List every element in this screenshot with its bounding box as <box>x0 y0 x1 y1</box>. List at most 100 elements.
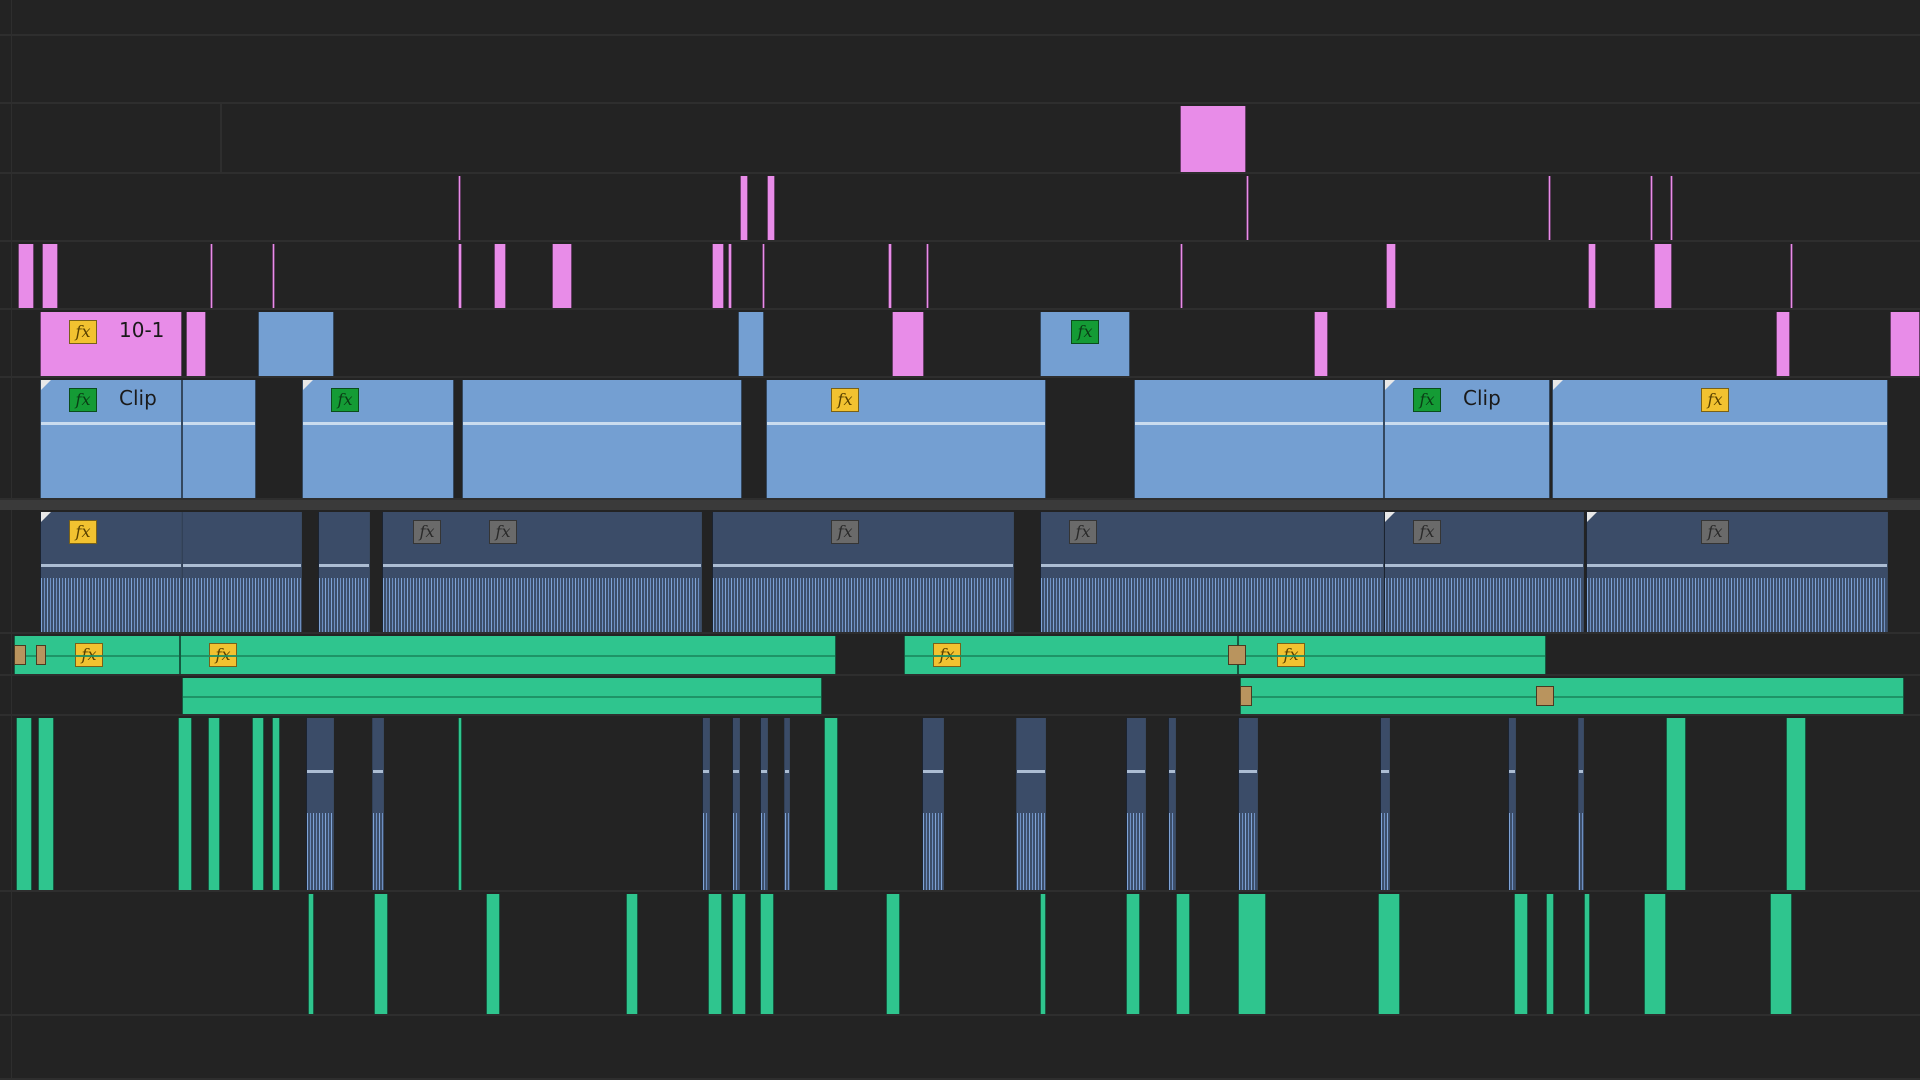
green-audio-sliver[interactable] <box>1238 894 1266 1014</box>
blue-video-clip[interactable]: fx <box>766 380 1046 498</box>
audio-clip[interactable]: fx fx <box>382 512 702 632</box>
track-v9[interactable] <box>0 174 1920 242</box>
green-audio-sliver[interactable] <box>374 894 388 1014</box>
audio-sliver[interactable] <box>922 718 944 890</box>
fx-badge-icon[interactable]: fx <box>489 520 517 544</box>
track-v10[interactable] <box>0 104 1920 174</box>
green-audio-sliver[interactable] <box>1786 718 1806 890</box>
audio-clip[interactable] <box>318 512 370 632</box>
track-a5[interactable] <box>0 892 1920 1016</box>
audio-sliver[interactable] <box>1016 718 1046 890</box>
green-audio-sliver[interactable] <box>732 894 746 1014</box>
green-audio-sliver[interactable] <box>178 718 192 890</box>
green-audio-sliver[interactable] <box>886 894 900 1014</box>
audio-clip[interactable]: fx <box>1384 512 1584 632</box>
audio-sliver[interactable] <box>1126 718 1146 890</box>
green-audio-sliver[interactable] <box>272 718 280 890</box>
green-audio-clip[interactable]: fx <box>904 636 1238 674</box>
pink-clip[interactable] <box>1180 244 1183 308</box>
track-v11[interactable] <box>0 36 1920 104</box>
transition-handle[interactable] <box>1240 686 1252 706</box>
fx-badge-icon[interactable]: fx <box>831 388 859 412</box>
pink-clip[interactable] <box>18 244 34 308</box>
pink-clip[interactable] <box>1890 312 1920 376</box>
pink-clip[interactable] <box>494 244 506 308</box>
blue-clip[interactable]: fx <box>1040 312 1130 376</box>
pink-clip[interactable] <box>1654 244 1672 308</box>
pink-clip[interactable] <box>740 176 748 240</box>
green-audio-sliver[interactable] <box>626 894 638 1014</box>
green-audio-sliver[interactable] <box>486 894 500 1014</box>
pink-clip[interactable] <box>272 244 275 308</box>
blue-video-clip[interactable] <box>1134 380 1384 498</box>
green-audio-sliver[interactable] <box>1644 894 1666 1014</box>
track-a4[interactable] <box>0 716 1920 892</box>
pink-clip[interactable] <box>552 244 572 308</box>
audio-sliver[interactable] <box>784 718 790 890</box>
audio-sliver[interactable] <box>732 718 740 890</box>
fx-badge-icon[interactable]: fx <box>69 320 97 344</box>
fx-badge-icon[interactable]: fx <box>1701 388 1729 412</box>
transition-handle[interactable] <box>1228 645 1246 665</box>
audio-sliver[interactable] <box>1578 718 1584 890</box>
green-audio-sliver[interactable] <box>308 894 314 1014</box>
fx-badge-icon[interactable]: fx <box>831 520 859 544</box>
green-audio-sliver[interactable] <box>1378 894 1400 1014</box>
audio-clip[interactable]: fx <box>1586 512 1888 632</box>
fx-badge-icon[interactable]: fx <box>69 520 97 544</box>
audio-clip[interactable]: fx <box>712 512 1014 632</box>
green-audio-sliver[interactable] <box>208 718 220 890</box>
audio-sliver[interactable] <box>702 718 710 890</box>
timeline-panel[interactable]: fx 10-1 fx fx Clip fx fx fx Clip fx fx f… <box>0 0 1920 1080</box>
pink-clip[interactable] <box>186 312 206 376</box>
green-audio-sliver[interactable] <box>16 718 32 890</box>
pink-clip[interactable] <box>458 176 461 240</box>
pink-clip[interactable] <box>1314 312 1328 376</box>
green-audio-sliver[interactable] <box>1666 718 1686 890</box>
pink-clip[interactable] <box>1650 176 1653 240</box>
green-audio-sliver[interactable] <box>38 718 54 890</box>
pink-clip[interactable] <box>1246 176 1249 240</box>
pink-clip[interactable] <box>762 244 765 308</box>
green-audio-clip[interactable] <box>182 678 822 714</box>
blue-video-clip[interactable]: fx <box>302 380 454 498</box>
audio-clip[interactable] <box>182 512 302 632</box>
pink-clip[interactable] <box>1386 244 1396 308</box>
fx-badge-icon[interactable]: fx <box>933 643 961 667</box>
pink-clip[interactable] <box>767 176 775 240</box>
green-audio-sliver[interactable] <box>252 718 264 890</box>
transition-handle[interactable] <box>14 645 26 665</box>
green-audio-clip[interactable]: fx <box>180 636 836 674</box>
clip-10-1[interactable]: fx 10-1 <box>40 312 182 376</box>
audio-sliver[interactable] <box>372 718 384 890</box>
pink-clip[interactable] <box>42 244 58 308</box>
green-audio-clip[interactable] <box>1240 678 1904 714</box>
audio-sliver[interactable] <box>1380 718 1390 890</box>
green-audio-clip[interactable]: fx <box>1238 636 1546 674</box>
green-audio-sliver[interactable] <box>1176 894 1190 1014</box>
pink-clip[interactable] <box>892 312 924 376</box>
green-audio-sliver[interactable] <box>708 894 722 1014</box>
fx-badge-icon[interactable]: fx <box>209 643 237 667</box>
blue-video-clip[interactable] <box>462 380 742 498</box>
pink-clip[interactable] <box>1670 176 1673 240</box>
green-audio-sliver[interactable] <box>1546 894 1554 1014</box>
pink-clip[interactable] <box>1180 106 1246 172</box>
fx-badge-icon[interactable]: fx <box>1413 520 1441 544</box>
blue-clip[interactable] <box>738 312 764 376</box>
green-audio-sliver[interactable] <box>1126 894 1140 1014</box>
fx-badge-icon[interactable]: fx <box>69 388 97 412</box>
blue-video-clip[interactable] <box>182 380 256 498</box>
pink-clip[interactable] <box>1548 176 1551 240</box>
green-audio-sliver[interactable] <box>1514 894 1528 1014</box>
blue-clip[interactable] <box>258 312 334 376</box>
fx-badge-icon[interactable]: fx <box>75 643 103 667</box>
fx-badge-icon[interactable]: fx <box>413 520 441 544</box>
fx-badge-icon[interactable]: fx <box>1277 643 1305 667</box>
audio-sliver[interactable] <box>1508 718 1516 890</box>
pink-clip[interactable] <box>728 244 732 308</box>
transition-handle[interactable] <box>1536 686 1554 706</box>
fx-badge-icon[interactable]: fx <box>1701 520 1729 544</box>
audio-sliver[interactable] <box>306 718 334 890</box>
green-audio-sliver[interactable] <box>1584 894 1590 1014</box>
